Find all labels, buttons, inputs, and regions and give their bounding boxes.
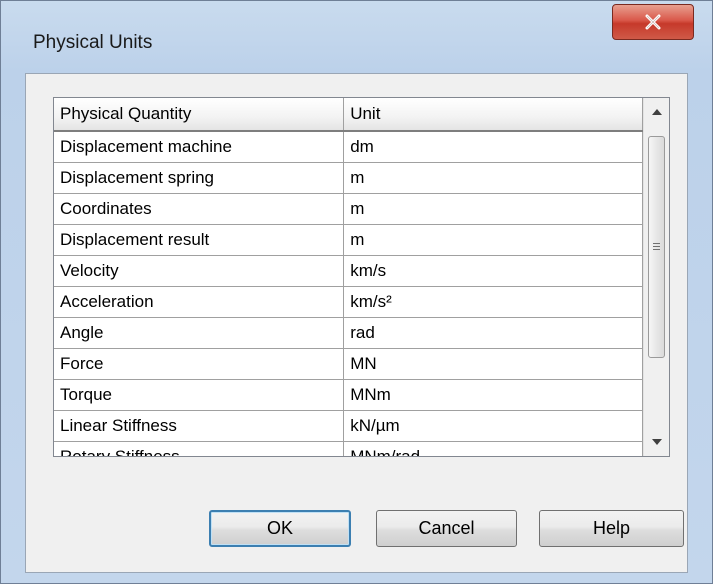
quantity-cell[interactable]: Angle [54, 317, 345, 349]
table-row[interactable]: Displacement machine dm [54, 131, 643, 163]
table-row[interactable]: Angle rad [54, 317, 643, 349]
quantity-cell[interactable]: Coordinates [54, 193, 345, 225]
scroll-down-button[interactable] [644, 428, 669, 456]
close-icon [645, 14, 661, 30]
quantity-cell[interactable]: Velocity [54, 255, 345, 287]
unit-cell[interactable]: m [343, 193, 643, 225]
arrow-up-icon [651, 109, 662, 115]
table-row[interactable]: Linear Stiffness kN/µm [54, 410, 643, 442]
dialog-client-area: Physical Quantity Unit Displacement mach… [25, 73, 688, 573]
unit-cell[interactable]: rad [343, 317, 643, 349]
dialog-window: Physical Units Physical Quantity Unit Di… [0, 0, 713, 584]
close-button[interactable] [612, 4, 694, 40]
table-row[interactable]: Force MN [54, 348, 643, 380]
scroll-up-button[interactable] [644, 98, 669, 126]
quantity-cell[interactable]: Linear Stiffness [54, 410, 345, 442]
ok-button[interactable]: OK [209, 510, 351, 547]
unit-cell[interactable]: m [343, 162, 643, 194]
table-row[interactable]: Coordinates m [54, 193, 643, 225]
column-header-unit[interactable]: Unit [343, 98, 643, 132]
quantity-cell[interactable]: Force [54, 348, 345, 380]
vertical-scrollbar[interactable] [643, 98, 669, 456]
quantity-cell[interactable]: Displacement result [54, 224, 345, 256]
header-row: Physical Quantity Unit [54, 98, 643, 132]
quantity-cell[interactable]: Acceleration [54, 286, 345, 318]
quantity-cell[interactable]: Displacement machine [54, 131, 345, 163]
unit-cell[interactable]: MNm/rad [343, 441, 643, 456]
unit-cell[interactable]: km/s² [343, 286, 643, 318]
help-button[interactable]: Help [539, 510, 684, 547]
quantity-cell[interactable]: Torque [54, 379, 345, 411]
unit-cell[interactable]: m [343, 224, 643, 256]
title-bar[interactable]: Physical Units [1, 1, 712, 73]
column-header-physical-quantity[interactable]: Physical Quantity [54, 98, 345, 132]
window-title: Physical Units [33, 32, 153, 53]
arrow-down-icon [651, 439, 662, 445]
unit-cell[interactable]: kN/µm [343, 410, 643, 442]
table-row[interactable]: Displacement result m [54, 224, 643, 256]
quantity-cell[interactable]: Displacement spring [54, 162, 345, 194]
unit-cell[interactable]: dm [343, 131, 643, 163]
table-row[interactable]: Velocity km/s [54, 255, 643, 287]
cancel-button[interactable]: Cancel [376, 510, 517, 547]
quantity-cell[interactable]: Rotary Stiffness [54, 441, 345, 456]
units-grid[interactable]: Physical Quantity Unit Displacement mach… [53, 97, 670, 457]
table-row[interactable]: Acceleration km/s² [54, 286, 643, 318]
units-table: Physical Quantity Unit Displacement mach… [54, 98, 643, 456]
table-row[interactable]: Torque MNm [54, 379, 643, 411]
grip-line [653, 249, 660, 250]
unit-cell[interactable]: MN [343, 348, 643, 380]
grip-line [653, 246, 660, 247]
unit-cell[interactable]: MNm [343, 379, 643, 411]
scrollbar-thumb[interactable] [648, 136, 665, 358]
grip-line [653, 243, 660, 244]
table-row[interactable]: Rotary Stiffness MNm/rad [54, 441, 643, 456]
table-row[interactable]: Displacement spring m [54, 162, 643, 194]
unit-cell[interactable]: km/s [343, 255, 643, 287]
